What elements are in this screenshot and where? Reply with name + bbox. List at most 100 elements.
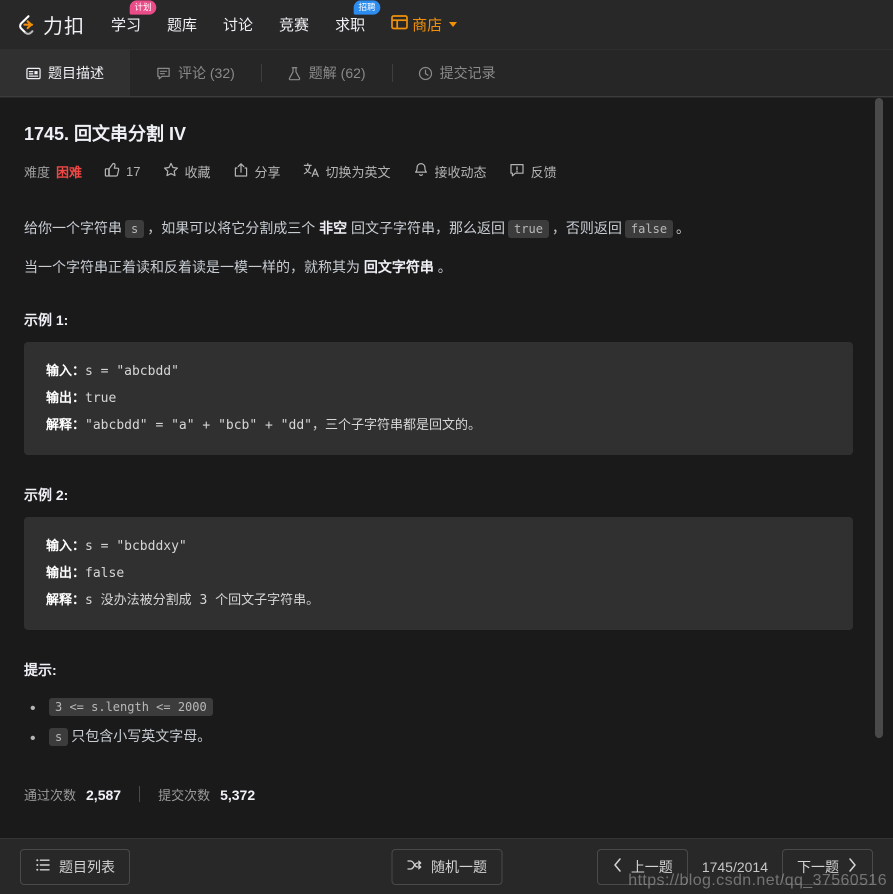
random-problem-button[interactable]: 随机一题 [391,848,502,885]
scrollbar-thumb[interactable] [875,98,883,738]
stats-divider [139,786,141,803]
example-1-input-row: 输入：s = "abcbdd" [46,358,831,385]
example-2-output-key: 输出： [46,565,86,581]
submissions-value: 5,372 [220,786,256,803]
example-2-input-row: 输入：s = "bcbddxy" [46,533,831,560]
tab-description[interactable]: 题目描述 [0,50,130,96]
difficulty-value: 困难 [56,165,83,180]
random-problem-label: 随机一题 [431,858,487,875]
nav-item-store[interactable]: 商店 [391,10,458,39]
leetcode-logo[interactable]: 力扣 [14,10,85,39]
leetcode-problem-page: 力扣 学习 计划 题库 讨论 竞赛 求职 招聘 商店 题目描述 评论 (32) … [0,0,893,894]
list-icon [35,857,51,876]
desc-p2-t1: 当一个字符串正着读和反着读是一模一样的，就称其为 [24,258,360,275]
hints-section: 3 <= s.length <= 2000 s只包含小写英文字母。 [24,692,853,756]
desc-p1-code-s: s [125,220,145,238]
desc-p1-t3: 回文子字符串，那么返回 [351,220,506,236]
subscribe-button[interactable]: 接收动态 [413,162,487,181]
tab-description-label: 题目描述 [48,65,104,81]
nav-badge-plan: 计划 [129,0,157,15]
example-1-input-key: 输入： [46,363,86,379]
nav-item-study-label: 学习 [111,17,142,34]
feedback-label: 反馈 [530,165,557,180]
description-icon [26,66,41,81]
example-2-heading: 示例 2: [24,487,69,504]
nav-item-contest-label: 竞赛 [279,17,310,34]
content-scrollbar[interactable] [873,98,885,838]
example-2-output-value: false [85,566,125,582]
hints-heading: 提示: [24,662,57,679]
share-button[interactable]: 分享 [233,162,281,181]
example-2-explain-key: 解释： [46,592,86,608]
example-1-explain-value: "abcbdd" = "a" + "bcb" + "dd"，三个子字符串都是回文… [85,418,481,434]
nav-item-problems-label: 题库 [167,17,198,34]
favorite-label: 收藏 [184,165,211,180]
tab-comments[interactable]: 评论 (32) [130,50,261,96]
hint-2-code: s [49,727,69,746]
list-item: s只包含小写英文字母。 [30,722,853,756]
desc-p1-t2: ，如果可以将它分割成三个 [147,220,316,236]
problem-list-label: 题目列表 [59,858,115,875]
desc-p1-code-true: true [508,220,549,238]
star-icon [163,162,179,181]
tab-solutions[interactable]: 题解 (62) [260,50,392,96]
prev-problem-button[interactable]: 上一题 [596,848,688,885]
pagination-controls: 上一题 1745/2014 下一题 [596,848,873,885]
accepted-stat: 通过次数 2,587 [24,785,121,804]
share-icon [233,162,249,181]
difficulty-badge: 难度 困难 [24,162,82,181]
logo-label: 力扣 [43,16,85,38]
nav-item-discuss-label: 讨论 [223,17,254,34]
problem-action-bar: 难度 困难 17 收藏 分享 切换为英文 接收动态 反馈 [24,162,853,181]
bell-icon [413,162,429,181]
like-count: 17 [126,164,141,179]
store-icon [391,15,408,34]
nav-item-problems[interactable]: 题库 [167,10,197,39]
next-problem-button[interactable]: 下一题 [782,848,873,885]
like-button[interactable]: 17 [104,162,141,181]
translate-button[interactable]: 切换为英文 [303,162,391,181]
example-1-explain-row: 解释："abcbdd" = "a" + "bcb" + "dd"，三个子字符串都… [46,412,831,439]
next-problem-label: 下一题 [797,858,839,875]
example-2-input-value: s = "bcbddxy" [85,539,187,555]
leetcode-logo-icon [14,13,38,37]
thumbs-up-icon [104,162,120,181]
share-label: 分享 [254,165,281,180]
nav-item-jobs[interactable]: 求职 招聘 [335,0,381,39]
problem-description-paragraph-2: 当一个字符串正着读和反着读是一模一样的，就称其为 回文字符串 。 [24,254,853,281]
nav-items: 学习 计划 题库 讨论 竞赛 求职 招聘 商店 [111,0,458,39]
favorite-button[interactable]: 收藏 [163,162,211,181]
desc-p2-t2: 。 [437,258,452,275]
example-1-output-row: 输出：true [46,385,831,412]
nav-item-jobs-label: 求职 [335,17,366,34]
tab-submissions[interactable]: 提交记录 [391,50,522,96]
desc-p1-code-false: false [624,220,674,238]
feedback-button[interactable]: 反馈 [509,162,557,181]
clock-icon [418,66,433,81]
flask-icon [287,66,302,81]
problem-tabs: 题目描述 评论 (32) 题解 (62) 提交记录 [0,50,893,97]
translate-icon [303,162,320,181]
nav-item-study[interactable]: 学习 计划 [111,0,157,39]
example-2-input-key: 输入： [46,538,86,554]
chevron-left-icon [612,857,623,876]
prev-problem-label: 上一题 [630,858,673,875]
example-1-output-key: 输出： [46,390,86,406]
accepted-value: 2,587 [86,786,122,803]
example-2-explain-value: s 没办法被分割成 3 个回文子字符串。 [85,593,320,609]
submissions-label: 提交次数 [158,787,211,803]
desc-p1-t4: ，否则返回 [551,220,622,236]
example-2-explain-row: 解释：s 没办法被分割成 3 个回文子字符串。 [46,587,831,614]
hint-list: 3 <= s.length <= 2000 s只包含小写英文字母。 [24,692,853,756]
example-1-explain-key: 解释： [46,417,86,433]
desc-p1-t1: 给你一个字符串 [24,220,122,236]
nav-item-contest[interactable]: 竞赛 [279,10,309,39]
example-1-heading: 示例 1: [24,312,69,329]
chevron-down-icon [449,22,458,27]
problem-list-button[interactable]: 题目列表 [20,848,130,885]
example-2-block: 输入：s = "bcbddxy" 输出：false 解释：s 没办法被分割成 3… [24,517,853,631]
example-1-block: 输入：s = "abcbdd" 输出：true 解释："abcbdd" = "a… [24,342,853,456]
nav-item-discuss[interactable]: 讨论 [223,10,253,39]
desc-p2-bold-palindrome: 回文字符串 [363,258,434,275]
page-indicator: 1745/2014 [701,858,768,875]
